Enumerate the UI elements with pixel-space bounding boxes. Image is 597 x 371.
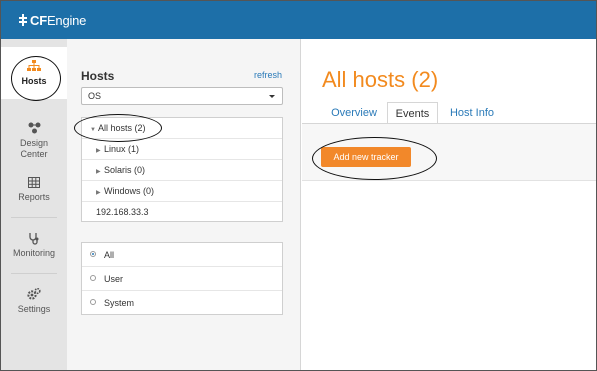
- app-window: CF Engine Hosts Design Center Reports Mo…: [0, 0, 597, 371]
- cfengine-logo[interactable]: CF Engine: [18, 13, 86, 28]
- tree-item-host-ip[interactable]: 192.168.33.3: [82, 202, 282, 223]
- nav-separator: [11, 273, 57, 274]
- triangle-right-icon: ▶: [96, 148, 101, 154]
- nav-item-reports[interactable]: Reports: [1, 175, 67, 203]
- cfengine-logo-icon: [18, 14, 28, 26]
- main-content: All hosts (2) Overview Events Host Info …: [302, 39, 596, 370]
- radio-selected-icon[interactable]: [90, 251, 96, 257]
- filter-radio-group: All User System: [81, 242, 283, 315]
- caret-down-icon: [269, 95, 275, 98]
- radio-unselected-icon[interactable]: [90, 299, 96, 305]
- filter-option-label: System: [104, 298, 135, 308]
- hosts-panel-title: Hosts: [81, 69, 115, 83]
- tree-item-label: Linux (1): [104, 144, 140, 154]
- nav-separator: [11, 217, 57, 218]
- top-bar: CF Engine: [1, 1, 596, 39]
- tab-events[interactable]: Events: [387, 102, 438, 124]
- triangle-right-icon: ▶: [96, 190, 101, 196]
- hosts-panel: Hosts refresh OS ▼ All hosts (2) ▶ Linux (…: [67, 39, 301, 370]
- filter-option-system[interactable]: System: [82, 291, 282, 315]
- group-by-select[interactable]: OS: [81, 87, 283, 105]
- logo-text-cf: CF: [30, 12, 47, 28]
- tree-item-label: Windows (0): [104, 186, 155, 196]
- group-by-select-value: OS: [88, 91, 102, 101]
- filter-option-label: User: [104, 274, 124, 284]
- nav-item-design-center-label: Design Center: [19, 138, 48, 159]
- nav-item-settings[interactable]: Settings: [1, 287, 67, 315]
- reports-icon: [28, 175, 40, 189]
- logo-text-engine: Engine: [46, 12, 87, 28]
- triangle-right-icon: ▶: [96, 169, 101, 175]
- page-title: All hosts (2): [322, 67, 439, 92]
- radio-unselected-icon[interactable]: [90, 275, 96, 281]
- annotation-ellipse-hosts: [11, 56, 61, 101]
- filter-option-user[interactable]: User: [82, 267, 282, 291]
- nav-item-settings-label: Settings: [17, 304, 51, 314]
- design-center-icon: [28, 121, 41, 135]
- tab-overview[interactable]: Overview: [324, 102, 384, 124]
- monitoring-icon: [28, 231, 40, 245]
- nav-item-reports-label: Reports: [18, 192, 50, 202]
- nav-item-monitoring[interactable]: Monitoring: [1, 231, 67, 259]
- tree-item-solaris[interactable]: ▶ Solaris (0): [82, 160, 282, 181]
- filter-option-label: All: [104, 250, 115, 260]
- tree-item-linux[interactable]: ▶ Linux (1): [82, 139, 282, 160]
- tree-item-windows[interactable]: ▶ Windows (0): [82, 181, 282, 202]
- settings-icon: [27, 287, 41, 301]
- nav-item-design-center[interactable]: Design Center: [1, 121, 67, 160]
- tab-host-info[interactable]: Host Info: [444, 102, 500, 124]
- tree-item-label: 192.168.33.3: [96, 207, 149, 217]
- annotation-ellipse-all-hosts: [74, 114, 162, 142]
- annotation-ellipse-add-tracker: [312, 137, 437, 180]
- tree-item-label: Solaris (0): [104, 165, 146, 175]
- filter-option-all[interactable]: All: [82, 243, 282, 267]
- nav-item-monitoring-label: Monitoring: [12, 248, 56, 258]
- refresh-link[interactable]: refresh: [254, 70, 282, 80]
